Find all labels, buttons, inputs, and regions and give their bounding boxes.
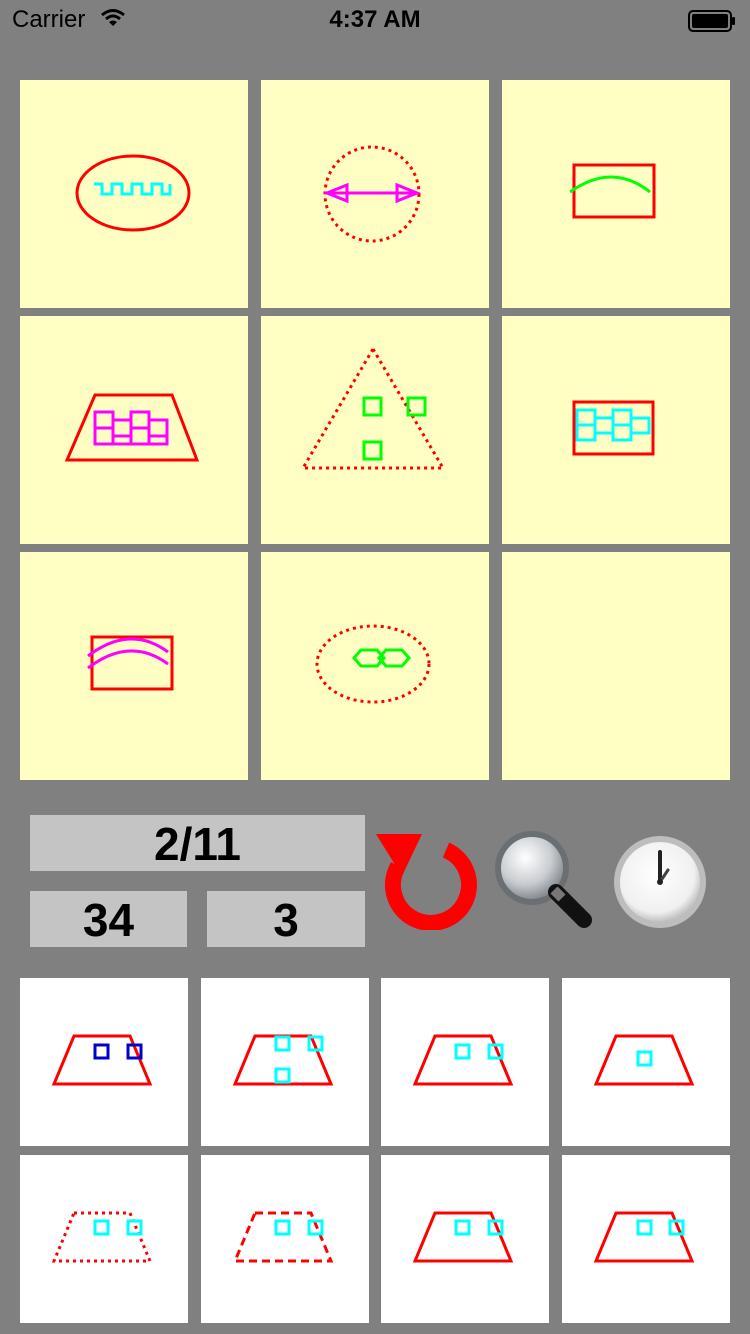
answer-option-7[interactable] (381, 1155, 549, 1323)
puzzle-cell-3 (502, 80, 730, 308)
answer-option-8[interactable] (562, 1155, 730, 1323)
cell-figure (315, 624, 431, 704)
cell-figure (87, 635, 174, 691)
cell-figure (572, 400, 655, 456)
option-figure (593, 1211, 695, 1263)
hint-button[interactable] (492, 828, 596, 937)
timer-button[interactable] (610, 830, 714, 939)
option-figure (412, 1034, 514, 1086)
reset-button[interactable] (372, 826, 484, 935)
score-counter: 34 (30, 891, 187, 947)
answer-option-5[interactable] (20, 1155, 188, 1323)
cell-figure (322, 145, 422, 243)
answer-option-6[interactable] (201, 1155, 369, 1323)
magnifier-icon (495, 831, 592, 928)
puzzle-cell-6 (502, 316, 730, 544)
puzzle-cell-8 (261, 552, 489, 780)
reset-icon (376, 834, 477, 931)
option-figure (51, 1211, 153, 1263)
option-figure (232, 1211, 334, 1263)
battery-icon (688, 10, 735, 32)
puzzle-cell-1 (20, 80, 248, 308)
option-figure (51, 1034, 153, 1086)
cell-figure (300, 346, 446, 470)
clock-time: 4:37 AM (329, 6, 421, 33)
answer-option-1[interactable] (20, 978, 188, 1146)
puzzle-cell-7 (20, 552, 248, 780)
answer-option-2[interactable] (201, 978, 369, 1146)
answer-option-3[interactable] (381, 978, 549, 1146)
option-figure (232, 1034, 334, 1086)
puzzle-cell-5 (261, 316, 489, 544)
cell-figure (64, 393, 200, 462)
cell-figure (569, 163, 656, 219)
puzzle-cell-empty[interactable] (502, 552, 730, 780)
puzzle-cell-2 (261, 80, 489, 308)
cell-figure (75, 154, 191, 232)
option-figure (412, 1211, 514, 1263)
attempts-counter: 3 (207, 891, 365, 947)
answer-option-4[interactable] (562, 978, 730, 1146)
clock-icon (614, 836, 706, 928)
option-figure (593, 1034, 695, 1086)
puzzle-cell-4 (20, 316, 248, 544)
progress-counter: 2/11 (30, 815, 365, 871)
status-bar: Carrier 4:37 AM (0, 0, 750, 40)
